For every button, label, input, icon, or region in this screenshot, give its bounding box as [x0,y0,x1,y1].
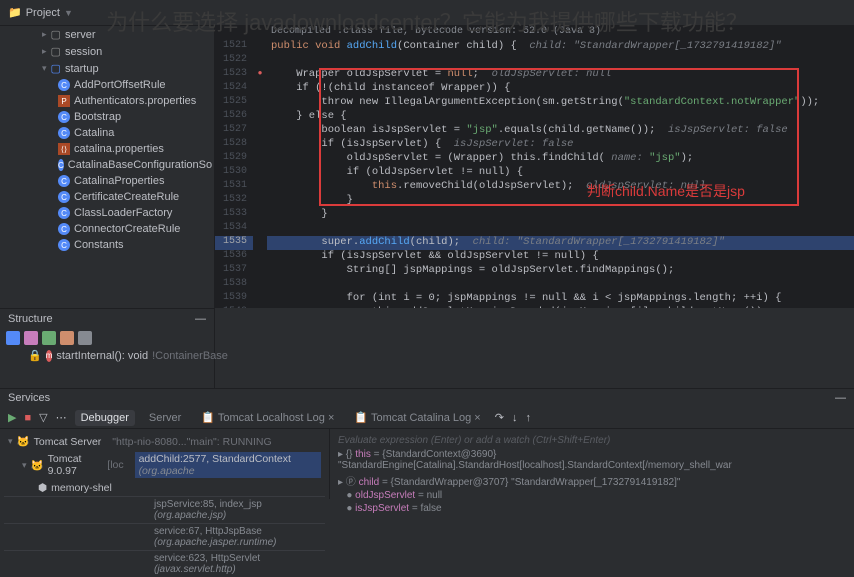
step-over-icon[interactable]: ↷ [495,411,504,424]
svc-tomcat-instance[interactable]: ▾🐱 Tomcat 9.0.97 [loc addChild:2577, Sta… [4,450,325,480]
properties-icon: ⟨⟩ [58,143,70,155]
class-icon: C [58,79,70,91]
tree-item[interactable]: C ClassLoaderFactory [0,205,214,221]
tree-label: session [65,46,102,58]
run-icon[interactable]: ▶ [8,411,16,424]
properties-icon: P [58,95,70,107]
decompiled-banner: Decompiled .class file, bytecode version… [267,26,854,40]
svc-tomcat-server[interactable]: ▾🐱 Tomcat Server "http-nio-8080..."main"… [4,433,325,450]
gutter-marks: ● [253,26,267,308]
tree-label: AddPortOffsetRule [74,79,166,91]
tree-item[interactable]: C CatalinaBaseConfigurationSo [0,157,214,173]
code-content[interactable]: Decompiled .class file, bytecode version… [267,26,854,308]
tab-debugger[interactable]: Debugger [75,410,135,426]
variables-panel[interactable]: Evaluate expression (Enter) or add a wat… [330,429,854,499]
class-icon: C [58,207,70,219]
class-icon: C [58,223,70,235]
structure-method[interactable]: 🔒 m startInternal(): void !ContainerBase [0,347,214,364]
stop-icon[interactable]: ■ [24,412,31,424]
tree-label: Catalina [74,127,114,139]
filter-icon[interactable] [24,331,38,345]
line-number-gutter: 152115221523 152415251526 152715281529 1… [215,26,253,308]
structure-tool-window[interactable]: Structure — 🔒 m startInternal(): void !C… [0,308,215,388]
structure-toolbar [0,329,214,347]
eval-expression-hint[interactable]: Evaluate expression (Enter) or add a wat… [338,433,846,448]
var-isjsp[interactable]: ● isJspServlet = false [338,502,846,515]
main-area: ▸ ▢ server ▸ ▢ session ▾ ▢ startup C AddPortOff… [0,26,854,308]
chevron-right-icon: ▸ [42,29,47,40]
tree-item[interactable]: C CertificateCreateRule [0,189,214,205]
collapse-icon[interactable] [78,331,92,345]
code-editor[interactable]: 152115221523 152415251526 152715281529 1… [215,26,854,308]
chevron-down-icon: ▼ [64,8,73,18]
var-oldjsp[interactable]: ● oldJspServlet = null [338,489,846,502]
hide-icon[interactable]: — [835,392,846,404]
folder-icon: ▢ [51,28,61,41]
top-bar: 📁 Project ▼ [0,0,854,26]
services-toolbar: ▶ ■ ▽ ⋯ Debugger Server 📋 Tomcat Localho… [0,407,854,429]
tree-label: catalina.properties [74,143,164,155]
tree-item[interactable]: P Authenticators.properties [0,93,214,109]
class-icon: C [58,111,70,123]
folder-icon: 📁 [8,6,22,19]
tree-label: CertificateCreateRule [74,191,179,203]
tree-item[interactable]: ⟨⟩ catalina.properties [0,141,214,157]
annotation-text: 判断child.Name是否是jsp [587,181,745,201]
tree-folder-startup[interactable]: ▾ ▢ startup [0,60,214,77]
tab-catalina-log[interactable]: 📋 Tomcat Catalina Log × [348,409,486,426]
project-label-text: Project [26,7,60,19]
structure-title: Structure [8,313,53,325]
var-this[interactable]: ▸ {} this = {StandardContext@3690} "Stan… [338,448,846,472]
method-icon: m [46,350,53,362]
tree-folder-session[interactable]: ▸ ▢ session [0,43,214,60]
more-icon[interactable]: ⋯ [56,411,67,424]
filter-icon[interactable]: ▽ [39,411,47,424]
tree-item[interactable]: C CatalinaProperties [0,173,214,189]
svc-artifact[interactable]: ⬢ memory-shel [4,480,325,496]
tab-localhost-log[interactable]: 📋 Tomcat Localhost Log × [195,409,340,426]
tree-label: startup [65,63,99,75]
tree-label: Bootstrap [74,111,121,123]
breakpoint-icon[interactable]: ● [253,68,267,82]
step-into-icon[interactable]: ↓ [512,412,518,424]
class-icon: C [58,127,70,139]
tab-server[interactable]: Server [143,410,187,426]
tree-label: ClassLoaderFactory [74,207,172,219]
tree-item[interactable]: C Bootstrap [0,109,214,125]
tree-label: server [65,29,96,41]
folder-icon: ▢ [51,45,61,58]
view-icon[interactable] [42,331,56,345]
services-title: Services [8,392,50,404]
var-child[interactable]: ▸ ⓟ child = {StandardWrapper@3707} "Stan… [338,472,846,489]
lock-icon: 🔒 [28,349,42,362]
services-tool-window[interactable]: Services — ▶ ■ ▽ ⋯ Debugger Server 📋 Tom… [0,388,854,500]
tree-item[interactable]: C Constants [0,237,214,253]
folder-icon: ▢ [51,62,61,75]
chevron-down-icon: ▾ [42,63,47,74]
step-out-icon[interactable]: ↑ [525,412,531,424]
tree-folder-server[interactable]: ▸ ▢ server [0,26,214,43]
project-tree[interactable]: ▸ ▢ server ▸ ▢ session ▾ ▢ startup C AddPortOff… [0,26,215,308]
expand-icon[interactable] [60,331,74,345]
chevron-right-icon: ▸ [42,46,47,57]
class-icon: C [58,239,70,251]
class-icon: C [58,175,70,187]
minimize-icon[interactable]: — [195,313,206,325]
sort-icon[interactable] [6,331,20,345]
tree-label: Constants [74,239,124,251]
class-ref: !ContainerBase [152,350,228,362]
tree-label: ConnectorCreateRule [74,223,180,235]
tree-item[interactable]: C Catalina [0,125,214,141]
tree-item[interactable]: C AddPortOffsetRule [0,77,214,93]
services-tree[interactable]: ▾🐱 Tomcat Server "http-nio-8080..."main"… [0,429,330,499]
tree-label: CatalinaProperties [74,175,165,187]
project-tool-label[interactable]: 📁 Project ▼ [0,6,81,19]
tree-label: CatalinaBaseConfigurationSo [68,159,212,171]
tree-label: Authenticators.properties [74,95,196,107]
method-label: startInternal(): void [56,350,148,362]
class-icon: C [58,159,64,171]
tree-item[interactable]: C ConnectorCreateRule [0,221,214,237]
class-icon: C [58,191,70,203]
